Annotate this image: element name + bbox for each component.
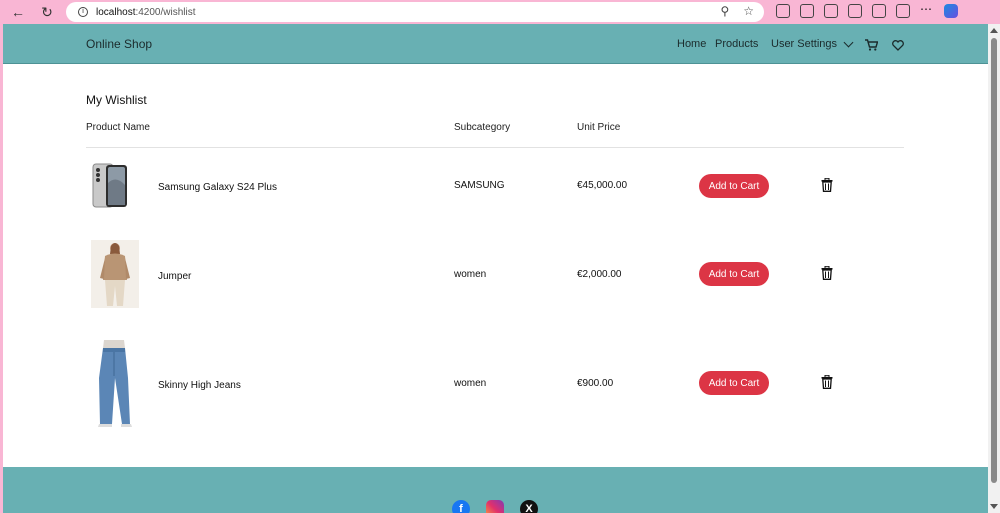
instagram-icon[interactable] — [486, 500, 504, 513]
product-subcategory: women — [454, 378, 487, 389]
column-header-unit-price: Unit Price — [577, 122, 621, 133]
x-twitter-icon[interactable]: X — [520, 500, 538, 513]
copilot-icon[interactable] — [944, 4, 958, 18]
user-settings-label: User Settings — [771, 38, 838, 50]
site-header: Online Shop Home Products User Settings — [3, 24, 988, 64]
key-icon[interactable]: ⚲ — [720, 4, 729, 18]
trash-icon[interactable] — [821, 177, 833, 197]
product-name[interactable]: Samsung Galaxy S24 Plus — [158, 182, 277, 193]
more-menu-icon[interactable]: ⋯ — [920, 3, 934, 18]
split-screen-icon[interactable] — [800, 4, 814, 18]
url-host: localhost — [96, 6, 136, 18]
product-price: €2,000.00 — [577, 269, 622, 280]
page-viewport: Online Shop Home Products User Settings … — [3, 24, 988, 513]
brand-link[interactable]: Online Shop — [86, 37, 152, 51]
trash-icon[interactable] — [821, 265, 833, 285]
collections-icon[interactable] — [848, 4, 862, 18]
address-bar[interactable]: i localhost:4200/wishlist ⚲ ☆ — [66, 2, 764, 22]
browser-essentials-icon[interactable] — [872, 4, 886, 18]
scroll-up-icon[interactable] — [990, 28, 998, 33]
add-to-cart-button[interactable]: Add to Cart — [699, 174, 769, 198]
table-row: Samsung Galaxy S24 Plus SAMSUNG €45,000.… — [86, 160, 904, 208]
nav-products-link[interactable]: Products — [715, 38, 758, 50]
column-header-subcategory: Subcategory — [454, 122, 511, 133]
product-name[interactable]: Jumper — [158, 271, 191, 282]
trash-icon[interactable] — [821, 374, 833, 394]
table-row: Jumper women €2,000.00 Add to Cart — [86, 238, 904, 308]
facebook-icon[interactable]: f — [452, 500, 470, 513]
table-row: Skinny High Jeans women €900.00 Add to C… — [86, 336, 904, 428]
back-icon[interactable]: ← — [8, 3, 28, 21]
chevron-down-icon — [843, 37, 854, 47]
product-name[interactable]: Skinny High Jeans — [158, 380, 241, 391]
user-settings-dropdown[interactable]: User Settings — [771, 37, 854, 50]
favorites-icon[interactable] — [824, 4, 838, 18]
page-scrollbar[interactable] — [988, 24, 1000, 513]
nav-home-link[interactable]: Home — [677, 38, 706, 50]
product-subcategory: SAMSUNG — [454, 180, 505, 191]
page-title: My Wishlist — [86, 93, 147, 107]
product-price: €900.00 — [577, 378, 614, 389]
refresh-icon[interactable]: ↻ — [37, 3, 57, 21]
scroll-down-icon[interactable] — [990, 504, 998, 509]
site-footer: f X — [3, 467, 988, 513]
product-image-jumper[interactable] — [91, 240, 139, 313]
product-image-phone[interactable] — [91, 163, 129, 214]
cart-icon[interactable] — [865, 38, 879, 56]
url-path: :4200/wishlist — [135, 6, 196, 18]
scrollbar-thumb[interactable] — [991, 38, 997, 483]
product-price: €45,000.00 — [577, 180, 628, 191]
performance-icon[interactable] — [896, 4, 910, 18]
column-header-product-name: Product Name — [86, 122, 150, 133]
add-to-cart-button[interactable]: Add to Cart — [699, 262, 769, 286]
table-divider — [86, 147, 904, 148]
heart-icon[interactable] — [892, 38, 904, 56]
browser-toolbar: ← ↻ i localhost:4200/wishlist ⚲ ☆ ⋯ — [0, 0, 1000, 24]
add-to-cart-button[interactable]: Add to Cart — [699, 371, 769, 395]
favorite-star-icon[interactable]: ☆ — [743, 4, 754, 18]
product-subcategory: women — [454, 269, 487, 280]
extensions-icon[interactable] — [776, 4, 790, 18]
site-info-icon[interactable]: i — [78, 7, 88, 17]
product-image-jeans[interactable] — [90, 338, 138, 433]
